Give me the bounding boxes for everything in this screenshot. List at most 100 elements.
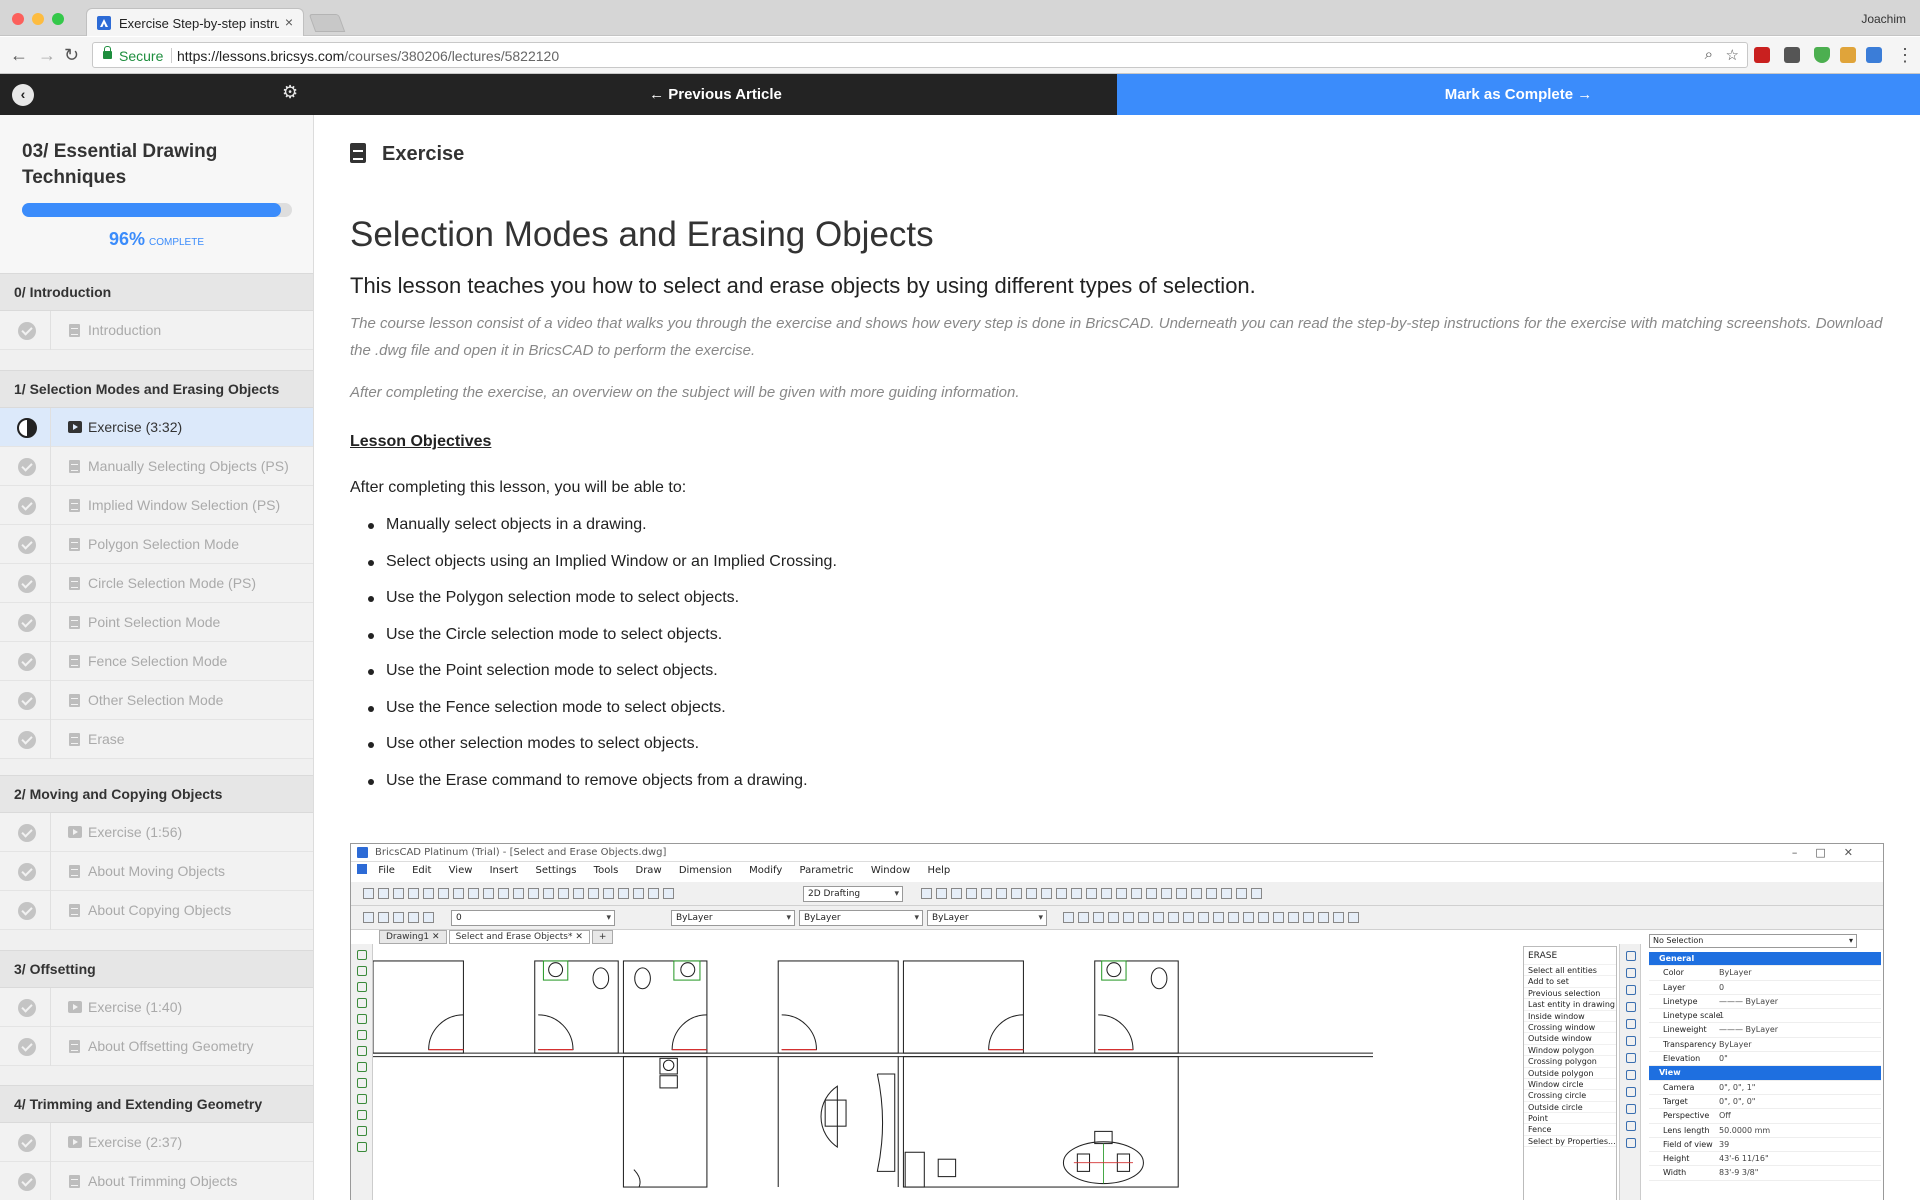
extension-paint-icon[interactable]	[1840, 47, 1856, 63]
new-tab-button[interactable]	[308, 14, 346, 32]
extension-lastpass-icon[interactable]	[1754, 47, 1770, 63]
window-close-button[interactable]	[12, 13, 24, 25]
extension-window-icon[interactable]	[1866, 47, 1882, 63]
cad-color-select: ByLayer	[671, 910, 795, 926]
cad-modify-toolbar	[1619, 944, 1641, 1200]
cad-window-title: BricsCAD Platinum (Trial) - [Select and …	[375, 847, 667, 858]
cad-property-key: Field of view	[1663, 1139, 1713, 1149]
mark-as-complete-button[interactable]: Mark as Complete →	[1117, 74, 1920, 115]
cad-property-row: Transparency ByLayer	[1649, 1038, 1881, 1053]
cad-property-row: Elevation 0"	[1649, 1052, 1881, 1067]
cad-menu-item: Window	[870, 865, 911, 876]
section-header[interactable]: 3/ Offsetting	[0, 950, 313, 988]
cad-property-key: Elevation	[1663, 1054, 1701, 1064]
cad-drawing-tab-active: Select and Erase Objects* ✕	[448, 930, 590, 944]
extension-shield-icon[interactable]	[1814, 47, 1830, 63]
sidebar-item-exercise-trimming[interactable]: Exercise (2:37)	[0, 1123, 313, 1162]
extension-pocket-icon[interactable]	[1784, 47, 1800, 63]
bookmark-star-icon[interactable]: ☆	[1726, 46, 1739, 64]
window-minimize-button[interactable]	[32, 13, 44, 25]
cad-property-key: Target	[1663, 1096, 1688, 1106]
section-header[interactable]: 4/ Trimming and Extending Geometry	[0, 1085, 313, 1123]
section-header[interactable]: 1/ Selection Modes and Erasing Objects	[0, 370, 313, 408]
sidebar-item-label: Exercise (2:37)	[88, 1134, 183, 1150]
sidebar-item-label: Implied Window Selection (PS)	[88, 497, 281, 513]
previous-article-button[interactable]: ← Previous Article	[314, 74, 1117, 115]
sidebar-item-circle-selection[interactable]: Circle Selection Mode (PS)	[0, 564, 313, 603]
sidebar-item-label: Exercise (3:32)	[88, 419, 183, 435]
sidebar-item-exercise-offsetting[interactable]: Exercise (1:40)	[0, 988, 313, 1027]
sidebar-item-introduction[interactable]: Introduction	[0, 311, 313, 350]
cad-erase-option: Window circle	[1524, 1079, 1616, 1091]
cad-toolbar-icons	[363, 888, 678, 900]
section-header[interactable]: 0/ Introduction	[0, 273, 313, 311]
cad-toolbar-icons	[363, 912, 438, 924]
cad-property-group: View	[1649, 1066, 1881, 1081]
cad-property-value: ——— ByLayer	[1719, 996, 1779, 1006]
sidebar-item-exercise-moving[interactable]: Exercise (1:56)	[0, 813, 313, 852]
sidebar-item-label: Polygon Selection Mode	[88, 536, 239, 552]
browser-tab-bar: Exercise Step-by-step instructions × Joa…	[0, 0, 1920, 36]
back-arrow-icon[interactable]: ←	[10, 46, 28, 64]
url-path: /courses/380206/lectures/5822120	[344, 48, 560, 64]
profile-name[interactable]: Joachim	[1861, 12, 1906, 26]
cad-property-key: Width	[1663, 1168, 1687, 1178]
lesson-lead: This lesson teaches you how to select an…	[350, 273, 1256, 298]
cad-erase-option: Crossing circle	[1524, 1090, 1616, 1102]
cad-erase-options-menu: ERASE Select all entities Add to set Pre…	[1523, 946, 1617, 1200]
reload-icon[interactable]: ↻	[64, 46, 79, 64]
sidebar-item-polygon-selection[interactable]: Polygon Selection Mode	[0, 525, 313, 564]
sidebar-item-erase[interactable]: Erase	[0, 720, 313, 759]
sidebar-item-about-trimming[interactable]: About Trimming Objects	[0, 1162, 313, 1200]
section-header[interactable]: 2/ Moving and Copying Objects	[0, 775, 313, 813]
cad-title-bar: BricsCAD Platinum (Trial) - [Select and …	[351, 844, 1883, 862]
document-icon	[69, 865, 80, 878]
browser-menu-icon[interactable]: ⋮	[1896, 46, 1914, 64]
completed-check-icon	[18, 497, 36, 515]
list-item: Use the Fence selection mode to select o…	[368, 699, 837, 736]
course-progress-fill	[22, 203, 282, 217]
cad-property-key: General	[1659, 954, 1695, 963]
cad-erase-option: Point	[1524, 1113, 1616, 1125]
sidebar-item-other-selection[interactable]: Other Selection Mode	[0, 681, 313, 720]
sidebar-item-point-selection[interactable]: Point Selection Mode	[0, 603, 313, 642]
cad-menu-item: Edit	[412, 865, 432, 876]
item-divider	[50, 311, 51, 350]
sidebar-item-label: Circle Selection Mode (PS)	[88, 575, 257, 591]
sidebar-item-fence-selection[interactable]: Fence Selection Mode	[0, 642, 313, 681]
sidebar-item-label: Point Selection Mode	[88, 614, 221, 630]
objectives-list: Manually select objects in a drawing. Se…	[368, 516, 837, 808]
address-bar[interactable]: Secure https://lessons.bricsys.com/cours…	[92, 42, 1748, 68]
gear-icon[interactable]: ⚙	[282, 82, 298, 103]
sidebar-item-about-offsetting[interactable]: About Offsetting Geometry	[0, 1027, 313, 1066]
tab-close-icon[interactable]: ×	[285, 14, 293, 30]
window-maximize-button[interactable]	[52, 13, 64, 25]
list-item: Use the Circle selection mode to select …	[368, 626, 837, 663]
document-icon	[69, 1040, 80, 1053]
completed-check-icon	[18, 1038, 36, 1056]
zoom-icon[interactable]: ⌕	[1705, 46, 1713, 63]
sidebar-item-exercise-active[interactable]: Exercise (3:32)	[0, 408, 313, 447]
item-divider	[50, 525, 51, 564]
forward-arrow-icon[interactable]: →	[38, 46, 56, 64]
lock-icon	[103, 46, 112, 59]
url-text[interactable]: https://lessons.bricsys.com/courses/3802…	[177, 48, 559, 64]
sidebar-item-about-moving[interactable]: About Moving Objects	[0, 852, 313, 891]
browser-tab[interactable]: Exercise Step-by-step instructions ×	[86, 8, 304, 36]
video-icon	[68, 1001, 82, 1013]
item-divider	[50, 891, 51, 930]
cad-menu-item: Insert	[489, 865, 519, 876]
sidebar-item-manually-selecting[interactable]: Manually Selecting Objects (PS)	[0, 447, 313, 486]
cad-menu-item: Settings	[535, 865, 577, 876]
cad-property-value: ——— ByLayer	[1719, 1025, 1779, 1035]
collapse-sidebar-icon[interactable]: ‹	[12, 84, 34, 106]
sidebar-item-implied-window[interactable]: Implied Window Selection (PS)	[0, 486, 313, 525]
cad-floor-plan-drawing	[373, 960, 1373, 1188]
document-icon	[69, 655, 80, 668]
secure-label: Secure	[119, 48, 164, 64]
cad-tab-close-icon: ✕	[575, 932, 583, 942]
list-item: Use the Point selection mode to select o…	[368, 662, 837, 699]
sidebar-item-about-copying[interactable]: About Copying Objects	[0, 891, 313, 930]
cad-property-group: General	[1649, 952, 1881, 967]
cad-drawing-tab-label: Select and Erase Objects*	[455, 932, 573, 942]
